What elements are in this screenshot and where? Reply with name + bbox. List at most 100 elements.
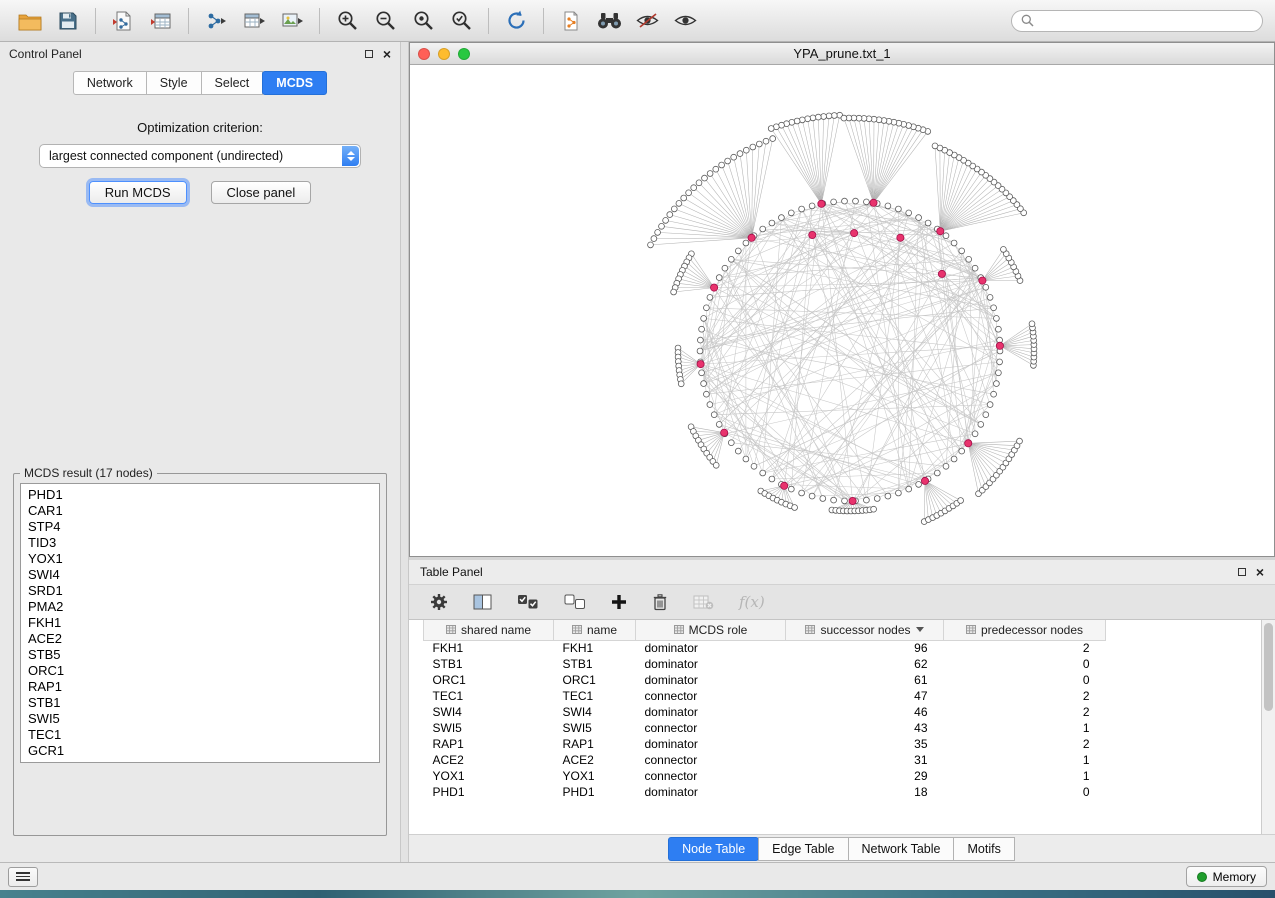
result-item[interactable]: STB1 (21, 695, 379, 711)
zoom-out-button[interactable] (367, 5, 403, 37)
node-table-row[interactable]: YOX1YOX1connector291 (424, 768, 1262, 784)
export-network-button[interactable] (198, 5, 234, 37)
toolbar-separator (543, 8, 544, 34)
save-session-button[interactable] (50, 5, 86, 37)
result-item[interactable]: RAP1 (21, 679, 379, 695)
node-table-row[interactable]: RAP1RAP1dominator352 (424, 736, 1262, 752)
refresh-button[interactable] (498, 5, 534, 37)
search-input[interactable] (1039, 13, 1253, 29)
node-table-cell: dominator (636, 784, 786, 800)
result-item[interactable]: SWI5 (21, 711, 379, 727)
result-item[interactable]: PHD1 (21, 487, 379, 503)
import-table-file-button[interactable] (143, 5, 179, 37)
node-table-cell: 2 (944, 736, 1106, 752)
tab-edge-table[interactable]: Edge Table (758, 837, 848, 861)
eye-slash-icon (635, 12, 660, 29)
zoom-in-button[interactable] (329, 5, 365, 37)
maximize-window-button[interactable] (458, 48, 470, 60)
mcds-result-list[interactable]: PHD1CAR1STP4TID3YOX1SWI4SRD1PMA2FKH1ACE2… (20, 483, 380, 763)
open-file-button[interactable] (12, 5, 48, 37)
node-table-cell: RAP1 (554, 736, 636, 752)
run-mcds-button[interactable]: Run MCDS (89, 181, 187, 204)
show-columns-button[interactable] (471, 592, 494, 612)
close-panel-icon[interactable]: × (383, 48, 391, 60)
result-item[interactable]: SWI4 (21, 567, 379, 583)
node-table-cell-filler (1106, 768, 1262, 784)
result-item[interactable]: TID3 (21, 535, 379, 551)
node-table-row[interactable]: SWI5SWI5connector431 (424, 720, 1262, 736)
result-item[interactable]: GCR1 (21, 743, 379, 759)
zoom-fit-button[interactable] (405, 5, 441, 37)
result-item[interactable]: SRD1 (21, 583, 379, 599)
node-table-row[interactable]: STB1STB1dominator620 (424, 656, 1262, 672)
show-graphics-details-button[interactable] (667, 5, 703, 37)
node-table-cell: 62 (786, 656, 944, 672)
close-table-panel-icon[interactable]: × (1256, 566, 1264, 578)
table-settings-button[interactable] (428, 591, 450, 613)
column-header-shared-name[interactable]: shared name (424, 620, 554, 640)
node-table-header-row: shared name name MCDS role successor nod… (424, 620, 1262, 640)
table-scrollbar-thumb[interactable] (1264, 623, 1273, 711)
node-table-row[interactable]: TEC1TEC1connector472 (424, 688, 1262, 704)
zoom-in-icon (336, 9, 359, 32)
share-document-icon (561, 11, 581, 31)
result-item[interactable]: TEC1 (21, 727, 379, 743)
float-table-panel-icon[interactable] (1238, 568, 1246, 576)
hide-graphics-details-button[interactable] (629, 5, 665, 37)
minimize-window-button[interactable] (438, 48, 450, 60)
result-item[interactable]: PMA2 (21, 599, 379, 615)
status-menu-button[interactable] (8, 867, 38, 887)
column-header-successor-nodes[interactable]: successor nodes (786, 620, 944, 640)
optimization-criterion-dropdown[interactable]: largest connected component (undirected) (39, 144, 361, 168)
node-table-row[interactable]: ORC1ORC1dominator610 (424, 672, 1262, 688)
memory-button[interactable]: Memory (1186, 866, 1267, 887)
table-scrollbar[interactable] (1261, 620, 1275, 834)
column-grid-icon (446, 625, 456, 634)
select-all-button[interactable] (515, 592, 541, 612)
column-header-name[interactable]: name (554, 620, 636, 640)
node-table-row[interactable]: SWI4SWI4dominator462 (424, 704, 1262, 720)
tab-network[interactable]: Network (73, 71, 147, 95)
panel-divider[interactable] (400, 42, 409, 862)
node-table-row[interactable]: PHD1PHD1dominator180 (424, 784, 1262, 800)
dropdown-stepper-icon (342, 146, 359, 166)
node-table-row[interactable]: FKH1FKH1dominator962 (424, 640, 1262, 656)
result-item[interactable]: STB5 (21, 647, 379, 663)
table-panel-tabs: Node Table Edge Table Network Table Moti… (409, 835, 1275, 862)
share-document-button[interactable] (553, 5, 589, 37)
tab-style[interactable]: Style (146, 71, 202, 95)
deselect-all-icon (564, 594, 586, 610)
result-item[interactable]: ACE2 (21, 631, 379, 647)
float-panel-icon[interactable] (365, 50, 373, 58)
delete-column-button[interactable] (650, 591, 670, 613)
node-table-cell-filler (1106, 704, 1262, 720)
close-window-button[interactable] (418, 48, 430, 60)
column-header-predecessor-nodes[interactable]: predecessor nodes (944, 620, 1106, 640)
tab-mcds[interactable]: MCDS (262, 71, 327, 95)
network-window-titlebar[interactable]: YPA_prune.txt_1 (410, 43, 1274, 65)
node-table-cell-filler (1106, 752, 1262, 768)
function-builder-button[interactable]: f(x) (737, 591, 767, 613)
result-item[interactable]: STP4 (21, 519, 379, 535)
tab-select[interactable]: Select (201, 71, 264, 95)
export-table-button[interactable] (236, 5, 272, 37)
import-network-file-button[interactable] (105, 5, 141, 37)
search-objects-button[interactable] (591, 5, 627, 37)
export-image-button[interactable] (274, 5, 310, 37)
create-column-button[interactable] (609, 592, 629, 612)
deselect-all-button[interactable] (562, 592, 588, 612)
column-header-mcds-role[interactable]: MCDS role (636, 620, 786, 640)
tab-network-table[interactable]: Network Table (848, 837, 955, 861)
delete-table-button[interactable] (691, 592, 716, 612)
tab-motifs[interactable]: Motifs (953, 837, 1014, 861)
close-panel-button[interactable]: Close panel (211, 181, 312, 204)
result-item[interactable]: CAR1 (21, 503, 379, 519)
tab-node-table[interactable]: Node Table (668, 837, 759, 861)
zoom-selected-icon (450, 9, 473, 32)
node-table-row[interactable]: ACE2ACE2connector311 (424, 752, 1262, 768)
result-item[interactable]: FKH1 (21, 615, 379, 631)
network-view-canvas[interactable] (410, 65, 1274, 556)
result-item[interactable]: YOX1 (21, 551, 379, 567)
result-item[interactable]: ORC1 (21, 663, 379, 679)
zoom-selected-button[interactable] (443, 5, 479, 37)
